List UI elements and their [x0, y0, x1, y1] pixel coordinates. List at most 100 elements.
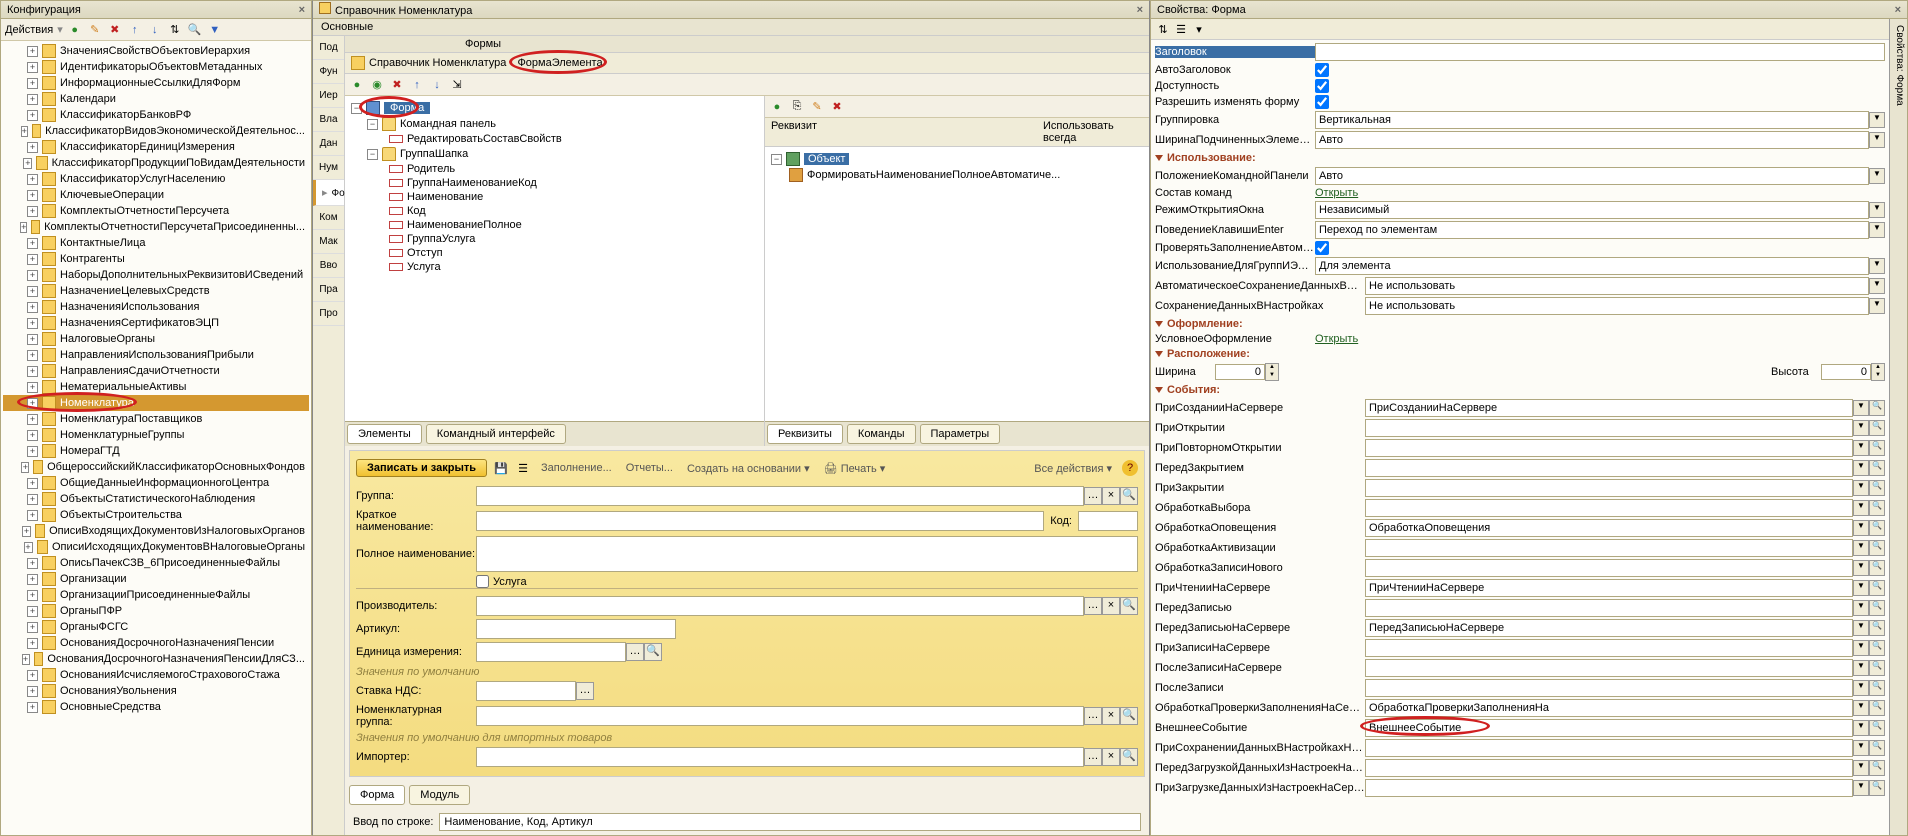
req-object-row[interactable]: − Объект	[769, 151, 1145, 167]
dropdown-button[interactable]: ▼	[1869, 222, 1885, 238]
dropdown-button[interactable]: ▼	[1869, 132, 1885, 148]
expand-icon[interactable]: +	[27, 638, 38, 649]
expand-icon[interactable]: +	[27, 686, 38, 697]
section-tab-Иер[interactable]: Иер	[313, 84, 344, 108]
add-element-icon[interactable]: ●	[349, 77, 365, 93]
expand-icon[interactable]: +	[27, 430, 38, 441]
dropdown-button[interactable]: ▼	[1853, 420, 1869, 436]
config-close-icon[interactable]: ×	[299, 4, 305, 16]
lookup-button[interactable]: 🔍	[1869, 640, 1885, 656]
dots-button[interactable]: …	[1084, 597, 1102, 615]
tree-item-34[interactable]: +ОрганизацииПрисоединенныеФайлы	[3, 587, 309, 603]
lookup-button[interactable]: 🔍	[1869, 440, 1885, 456]
tree-item-6[interactable]: +КлассификаторЕдиницИзмерения	[3, 139, 309, 155]
clear-button[interactable]: ×	[1102, 487, 1120, 505]
reports-menu[interactable]: Отчеты...	[622, 460, 677, 476]
expand-icon[interactable]: +	[27, 622, 38, 633]
tab-parameters[interactable]: Параметры	[920, 424, 1001, 444]
prop-value[interactable]	[1365, 499, 1853, 517]
down-icon[interactable]: ↓	[147, 22, 163, 38]
tree-item-40[interactable]: +ОснованияУвольнения	[3, 683, 309, 699]
section-tab-Вво[interactable]: Вво	[313, 254, 344, 278]
prop-value[interactable]	[1365, 439, 1853, 457]
filter-props-icon[interactable]: ▾	[1191, 21, 1207, 37]
sort-icon[interactable]: ⇅	[167, 22, 183, 38]
expand-icon[interactable]: +	[27, 110, 38, 121]
prop-value[interactable]	[1365, 759, 1853, 777]
tab-requisites[interactable]: Реквизиты	[767, 424, 843, 444]
prop-group-header[interactable]: События:	[1153, 382, 1887, 398]
elem-field[interactable]: Родитель	[349, 162, 760, 176]
tree-item-4[interactable]: +КлассификаторБанковРФ	[3, 107, 309, 123]
prop-group-header[interactable]: Расположение:	[1153, 346, 1887, 362]
expand-icon[interactable]: +	[27, 302, 38, 313]
prop-value[interactable]: ВнешнееСобытие	[1365, 719, 1853, 737]
dropdown-button[interactable]: ▼	[1853, 780, 1869, 796]
filter-icon[interactable]: ▼	[207, 22, 223, 38]
dropdown-button[interactable]: ▼	[1869, 278, 1885, 294]
prop-link[interactable]: Открыть	[1315, 187, 1358, 199]
tree-item-36[interactable]: +ОрганыФСГС	[3, 619, 309, 635]
prop-value[interactable]: Переход по элементам	[1315, 221, 1869, 239]
lookup-button[interactable]: 🔍	[1869, 500, 1885, 516]
dropdown-button[interactable]: ▼	[1853, 600, 1869, 616]
dropdown-button[interactable]: ▼	[1853, 480, 1869, 496]
tree-item-13[interactable]: +Контрагенты	[3, 251, 309, 267]
all-actions-menu[interactable]: Все действия ▾	[1030, 460, 1116, 477]
section-tab-Дан[interactable]: Дан	[313, 132, 344, 156]
prop-value[interactable]	[1365, 639, 1853, 657]
prop-value[interactable]	[1365, 739, 1853, 757]
tree-item-21[interactable]: +НематериальныеАктивы	[3, 379, 309, 395]
field-input[interactable]	[476, 511, 1044, 531]
lookup-button[interactable]: 🔍	[644, 643, 662, 661]
width-spinner[interactable]: ▲▼	[1265, 363, 1279, 381]
tree-item-33[interactable]: +Организации	[3, 571, 309, 587]
print-menu[interactable]: 🖨 Печать ▾	[820, 460, 890, 477]
fill-menu[interactable]: Заполнение...	[537, 460, 616, 476]
tab-command-interface[interactable]: Командный интерфейс	[426, 424, 566, 444]
prop-checkbox[interactable]	[1315, 79, 1329, 93]
dropdown-button[interactable]: ▼	[1853, 580, 1869, 596]
expand-icon[interactable]: +	[27, 574, 38, 585]
collapse-icon[interactable]	[1155, 321, 1163, 327]
collapse-icon[interactable]: −	[367, 119, 378, 130]
form-root-label[interactable]: Форма	[384, 102, 430, 114]
dropdown-button[interactable]: ▼	[1853, 640, 1869, 656]
expand-icon[interactable]: +	[27, 62, 38, 73]
field-input[interactable]	[476, 747, 1084, 767]
prop-value[interactable]: ОбработкаПроверкиЗаполненияНа	[1365, 699, 1853, 717]
lookup-button[interactable]: 🔍	[1869, 400, 1885, 416]
lookup-button[interactable]: 🔍	[1869, 580, 1885, 596]
expand-icon[interactable]: +	[21, 462, 29, 473]
expand-icon[interactable]: +	[22, 654, 30, 665]
section-tab-Фун[interactable]: Фун	[313, 60, 344, 84]
tree-item-35[interactable]: +ОрганыПФР	[3, 603, 309, 619]
height-input[interactable]	[1821, 364, 1871, 380]
field-input[interactable]	[476, 619, 676, 639]
tree-item-3[interactable]: +Календари	[3, 91, 309, 107]
prop-value[interactable]: Для элемента	[1315, 257, 1869, 275]
collapse-icon[interactable]	[1155, 387, 1163, 393]
lookup-button[interactable]: 🔍	[1869, 460, 1885, 476]
prop-value[interactable]: ПриСозданииНаСервере	[1365, 399, 1853, 417]
req-delete-icon[interactable]: ✖	[829, 99, 845, 115]
dropdown-button[interactable]: ▼	[1869, 168, 1885, 184]
expand-icon[interactable]: +	[27, 78, 38, 89]
tree-item-1[interactable]: +ИдентификаторыОбъектовМетаданных	[3, 59, 309, 75]
move-up-icon[interactable]: ↑	[409, 77, 425, 93]
tab-form-view[interactable]: Форма	[349, 785, 405, 805]
height-spinner[interactable]: ▲▼	[1871, 363, 1885, 381]
dropdown-button[interactable]: ▼	[1853, 700, 1869, 716]
prop-value[interactable]	[1365, 659, 1853, 677]
tree-item-0[interactable]: +ЗначенияСвойствОбъектовИерархия	[3, 43, 309, 59]
lookup-button[interactable]: 🔍	[1869, 480, 1885, 496]
add-group-icon[interactable]: ◉	[369, 77, 385, 93]
tree-item-28[interactable]: +ОбъектыСтатистическогоНаблюдения	[3, 491, 309, 507]
collapse-icon[interactable]: −	[367, 149, 378, 160]
prop-value[interactable]	[1365, 539, 1853, 557]
dropdown-button[interactable]: ▼	[1869, 298, 1885, 314]
req-copy-icon[interactable]: ⎘	[789, 99, 805, 115]
width-input[interactable]	[1215, 364, 1265, 380]
lookup-button[interactable]: 🔍	[1869, 680, 1885, 696]
config-tree[interactable]: +ЗначенияСвойствОбъектовИерархия+Идентиф…	[1, 41, 311, 835]
